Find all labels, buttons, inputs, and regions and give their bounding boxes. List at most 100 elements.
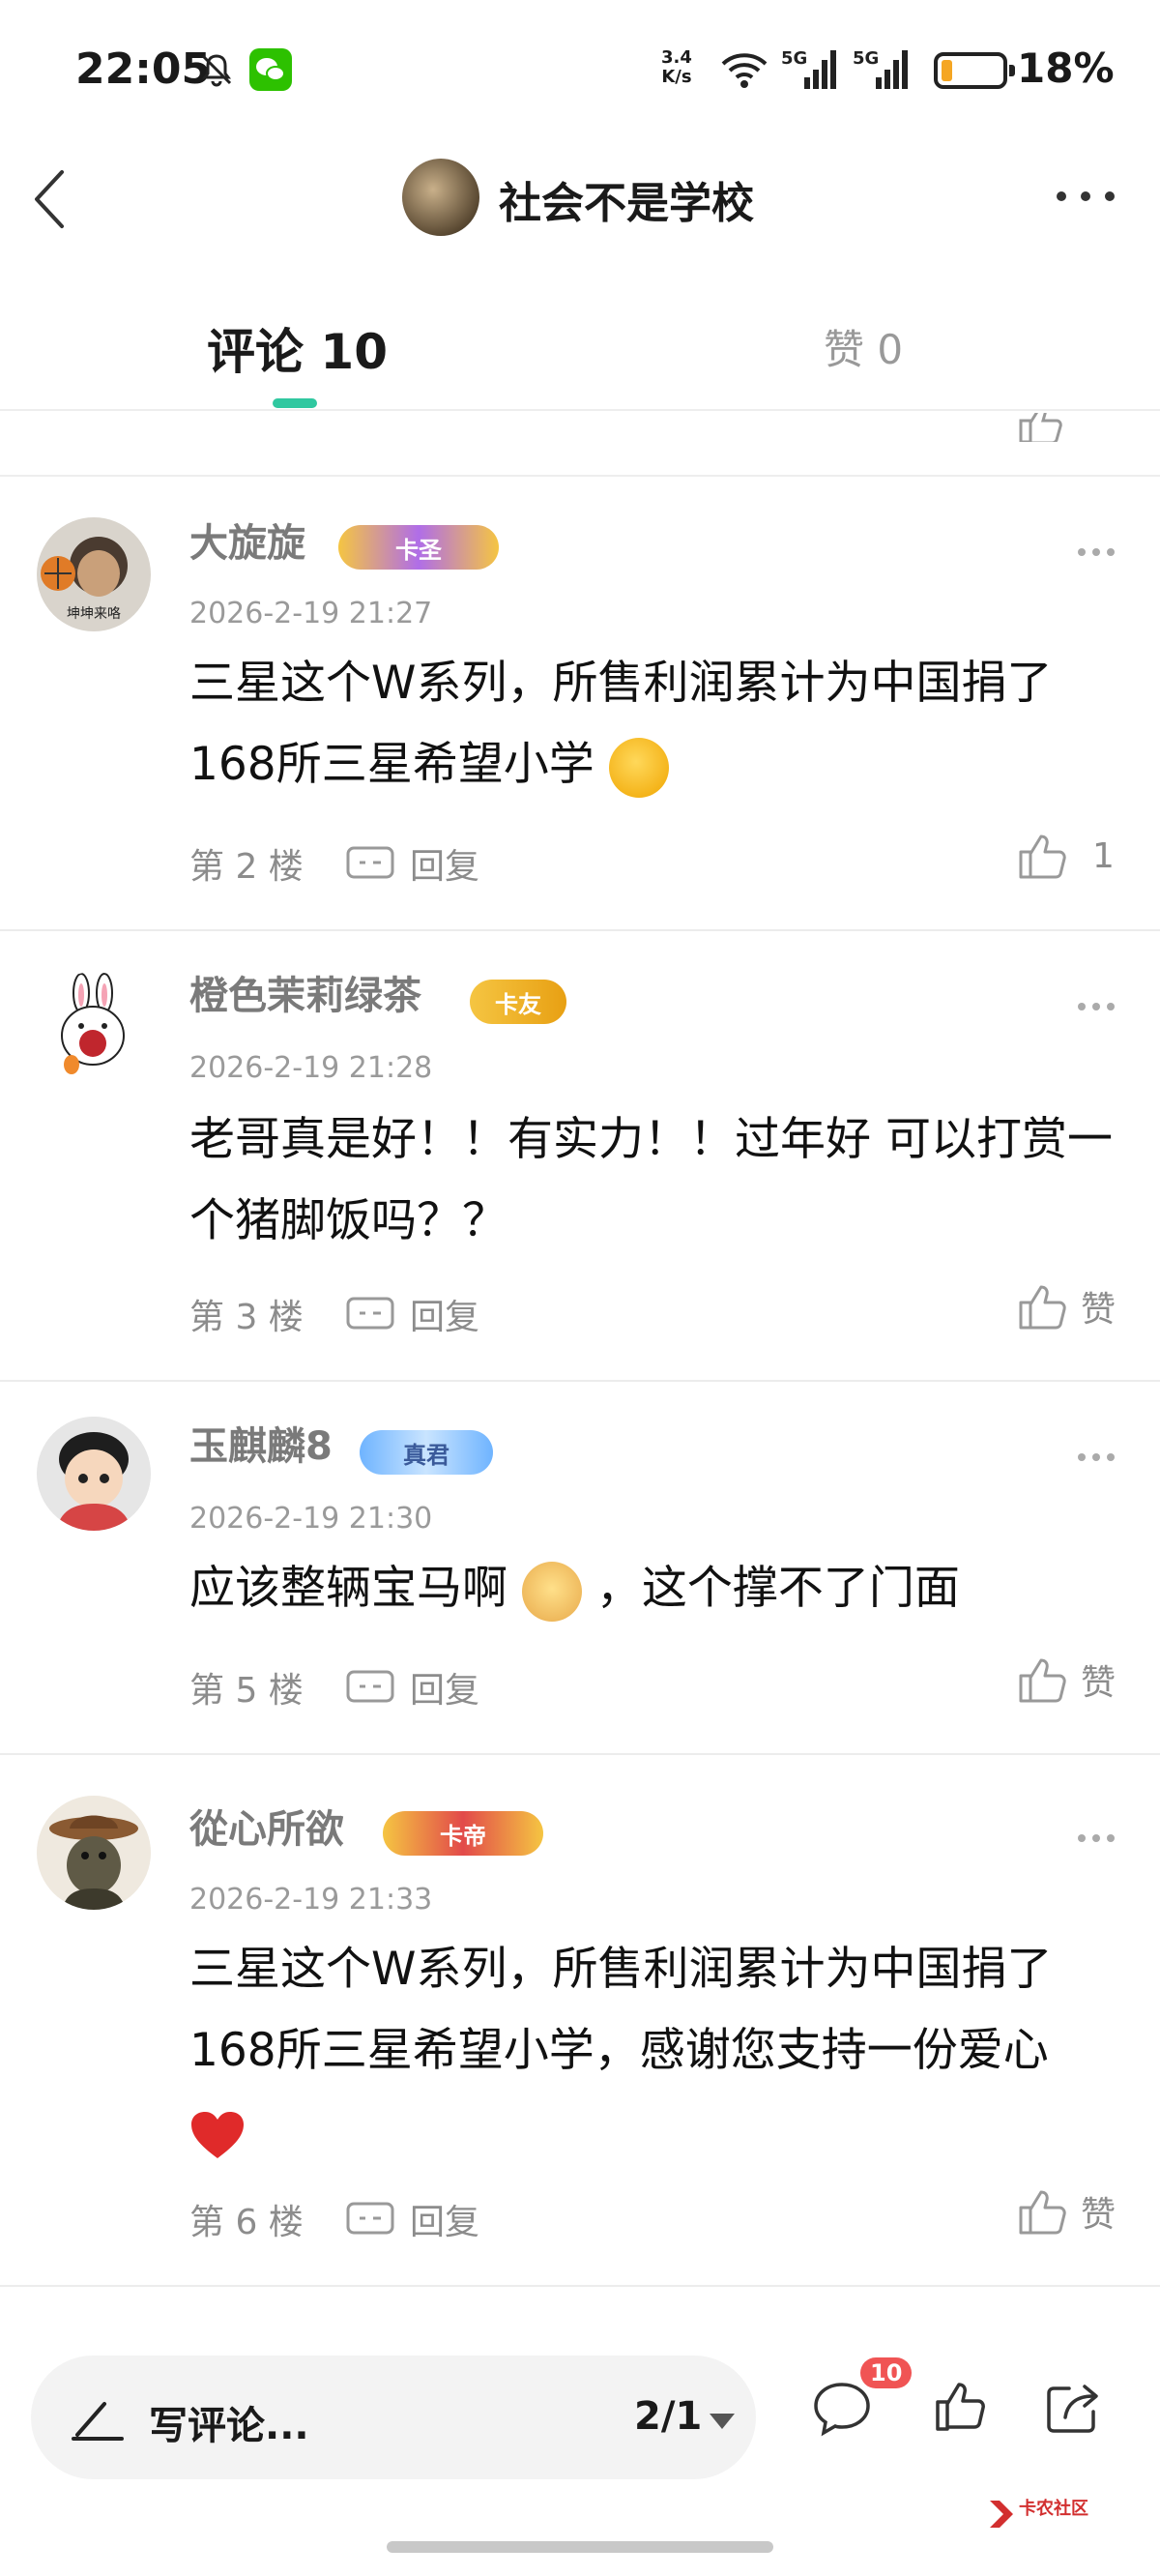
home-indicator[interactable] xyxy=(387,2541,773,2553)
comment-more-icon[interactable] xyxy=(1077,546,1116,558)
tab-active-indicator xyxy=(273,398,317,408)
comment-item: 橙色茉莉绿茶 卡友 2026-2-19 21:28 老哥真是好！！有实力！！过年… xyxy=(0,931,1160,1382)
battery-icon xyxy=(934,52,1015,89)
thumbs-up-icon xyxy=(1019,1285,1066,1330)
thumbs-up-icon xyxy=(1019,1658,1066,1703)
reply-bubble-icon xyxy=(346,1670,394,1703)
thumbs-up-icon[interactable] xyxy=(934,2379,988,2433)
write-comment-input[interactable]: 写评论... 2/1 xyxy=(31,2356,756,2479)
battery-percent: 18% xyxy=(1017,44,1115,92)
floor-number: 第 3 楼 xyxy=(189,1298,304,1337)
thread-avatar[interactable] xyxy=(402,159,479,236)
reply-label: 回复 xyxy=(410,1298,480,1337)
signal-5g-icon: 5G xyxy=(781,48,836,89)
tab-likes[interactable]: 赞 0 xyxy=(824,317,903,376)
smiling-face-emoji xyxy=(608,737,669,798)
comment-bubble-icon[interactable] xyxy=(810,2379,874,2439)
floor-number: 第 6 楼 xyxy=(189,2203,304,2242)
like-button[interactable]: 1 xyxy=(1017,831,1115,881)
wifi-icon xyxy=(721,53,768,88)
reply-label: 回复 xyxy=(410,847,480,887)
avatar[interactable]: 坤坤来咯 xyxy=(37,517,151,631)
comment-more-icon[interactable] xyxy=(1077,1832,1116,1844)
status-bar: 22:05 3.4 K/s 5G 5G 18% xyxy=(0,0,1160,135)
thumbs-up-icon xyxy=(1019,413,1062,442)
page-indicator[interactable]: 2/1 xyxy=(634,2394,702,2439)
avatar[interactable] xyxy=(37,1796,151,1910)
comment-more-icon[interactable] xyxy=(1077,1001,1116,1012)
reply-button[interactable]: 回复 xyxy=(344,1662,479,1712)
badge-label: 卡帝 xyxy=(440,1822,486,1850)
user-rank-badge: 卡帝 xyxy=(383,1811,543,1856)
wechat-icon xyxy=(249,48,292,91)
comment-timestamp: 2026-2-19 21:33 xyxy=(189,1883,433,1917)
comment-text-content: 三星这个W系列，所售利润累计为中国捐了168所三星希望小学，感谢您支持一份爱心 xyxy=(189,1943,1053,2077)
pen-icon xyxy=(72,2402,124,2441)
floor-number: 第 5 楼 xyxy=(189,1671,304,1711)
signal-2-label: 5G xyxy=(853,48,879,69)
like-button[interactable]: 赞 xyxy=(1017,1654,1116,1705)
comment-username[interactable]: 玉麒麟8 xyxy=(189,1415,333,1471)
network-speed-unit: K/s xyxy=(661,67,692,87)
reply-label: 回复 xyxy=(410,2203,480,2242)
tab-comments[interactable]: 评论 10 xyxy=(207,313,388,383)
reply-button[interactable]: 回复 xyxy=(344,838,479,889)
badge-label: 卡友 xyxy=(495,990,541,1018)
nav-header: 社会不是学校 xyxy=(0,135,1160,261)
avatar[interactable] xyxy=(37,1417,151,1531)
comment-timestamp: 2026-2-19 21:30 xyxy=(189,1502,433,1536)
comment-username[interactable]: 大旋旋 xyxy=(189,512,305,568)
badge-label: 真君 xyxy=(403,1441,450,1469)
comment-text: 应该整辆宝马啊 ，这个撑不了门面 xyxy=(189,1548,1117,1629)
user-rank-badge: 卡圣 xyxy=(338,525,499,570)
share-icon[interactable] xyxy=(1044,2379,1102,2437)
thumbs-up-icon xyxy=(1019,834,1066,879)
comment-timestamp: 2026-2-19 21:28 xyxy=(189,1051,433,1085)
watermark-logo: 卡农社区 xyxy=(986,2493,1102,2535)
battery-fill xyxy=(942,60,952,81)
mute-bell-icon xyxy=(201,54,232,87)
status-time: 22:05 xyxy=(75,44,212,94)
comment-text: 三星这个W系列，所售利润累计为中国捐了168所三星希望小学，感谢您支持一份爱心 xyxy=(189,1929,1117,2173)
comment-tabs: 评论 10 赞 0 xyxy=(0,280,1160,411)
chevron-left-icon[interactable] xyxy=(23,161,93,238)
reply-button[interactable]: 回复 xyxy=(344,2194,479,2244)
comment-item: 坤坤来咯 大旋旋 卡圣 2026-2-19 21:27 三星这个W系列，所售利润… xyxy=(0,477,1160,931)
comment-more-icon[interactable] xyxy=(1077,1451,1116,1463)
floor-number: 第 2 楼 xyxy=(189,847,304,887)
reply-bubble-icon xyxy=(346,2202,394,2235)
comment-count-badge: 10 xyxy=(860,2357,913,2388)
user-rank-badge: 真君 xyxy=(360,1430,493,1475)
more-horizontal-icon[interactable] xyxy=(1054,182,1117,211)
network-speed: 3.4 K/s xyxy=(661,48,692,87)
comment-text: 三星这个W系列，所售利润累计为中国捐了168所三星希望小学 xyxy=(189,643,1117,805)
network-speed-value: 3.4 xyxy=(661,47,692,68)
reply-bubble-icon xyxy=(346,1297,394,1330)
comment-item: 玉麒麟8 真君 2026-2-19 21:30 应该整辆宝马啊 ，这个撑不了门面… xyxy=(0,1382,1160,1755)
partial-comment-row xyxy=(0,413,1160,477)
comment-text-part-1: 应该整辆宝马啊 xyxy=(189,1562,508,1615)
like-label: 赞 xyxy=(1081,1663,1116,1703)
doge-emoji xyxy=(521,1561,582,1622)
signal-1-label: 5G xyxy=(781,48,807,69)
comment-username[interactable]: 從心所欲 xyxy=(189,1798,344,1854)
like-label: 赞 xyxy=(1081,2195,1116,2235)
avatar-caption: 坤坤来咯 xyxy=(67,606,121,622)
badge-label: 卡圣 xyxy=(395,536,442,564)
watermark-text: 卡农社区 xyxy=(1019,2498,1088,2519)
thumbs-up-icon xyxy=(1019,2190,1066,2235)
avatar[interactable] xyxy=(37,972,151,1086)
write-comment-placeholder: 写评论... xyxy=(149,2404,309,2448)
reply-bubble-icon xyxy=(346,846,394,879)
like-button[interactable]: 赞 xyxy=(1017,2186,1116,2237)
comment-timestamp: 2026-2-19 21:27 xyxy=(189,597,433,630)
bottom-action-bar: 写评论... 2/1 10 卡农社区 xyxy=(0,2313,1160,2576)
signal-5g-icon-2: 5G xyxy=(853,48,908,89)
like-count: 1 xyxy=(1092,835,1115,876)
caret-down-icon[interactable] xyxy=(708,2412,737,2431)
thread-title[interactable]: 社会不是学校 xyxy=(499,168,754,230)
like-button[interactable]: 赞 xyxy=(1017,1281,1116,1332)
comment-username[interactable]: 橙色茉莉绿茶 xyxy=(189,964,421,1020)
reply-button[interactable]: 回复 xyxy=(344,1289,479,1339)
red-heart-emoji xyxy=(191,2111,244,2158)
